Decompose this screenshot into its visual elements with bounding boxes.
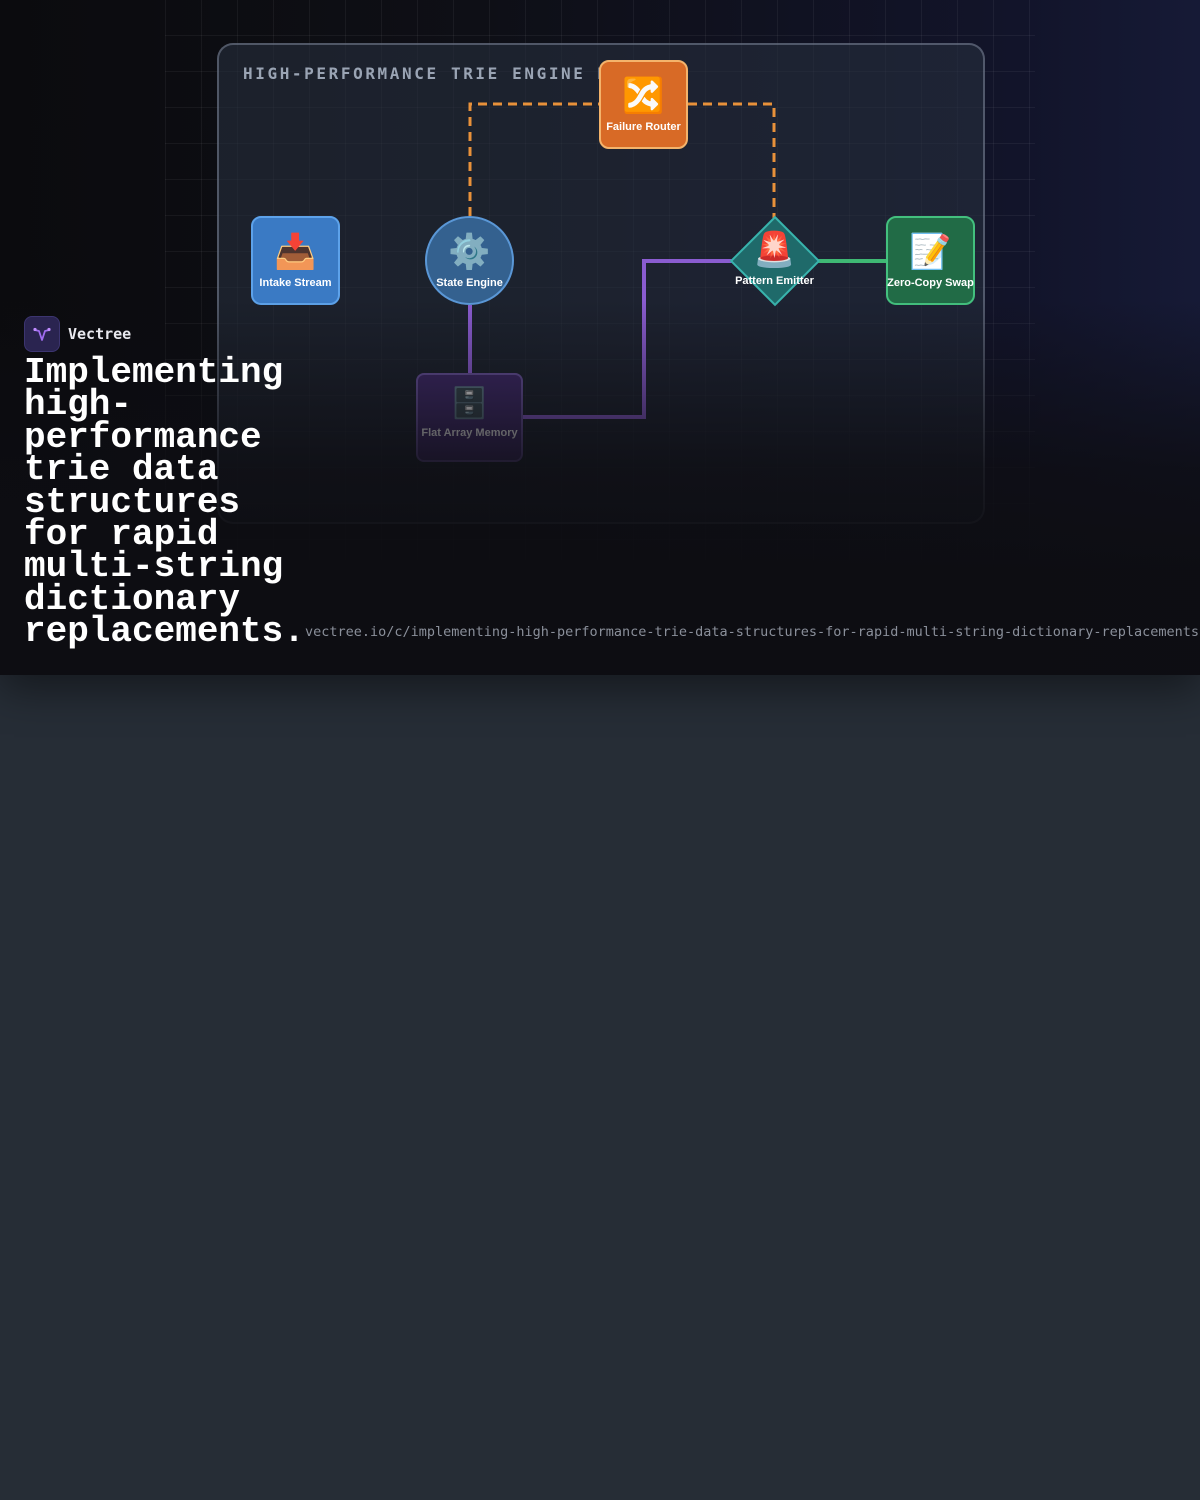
- node-label: Intake Stream: [259, 277, 332, 289]
- edge-state-to-failure: [468, 102, 600, 216]
- brand[interactable]: Vectree: [24, 316, 131, 352]
- edge-flat-to-pattern: [523, 259, 734, 419]
- hero-card: HIGH-PERFORMANCE TRIE ENGINE MK- 📥 Intak…: [0, 0, 1200, 675]
- vectree-logo-icon: [24, 316, 60, 352]
- node-flat-array-memory[interactable]: 🗄️ Flat Array Memory: [416, 373, 523, 462]
- node-label: Zero-Copy Swap: [887, 277, 974, 289]
- file-cabinet-icon: 🗄️: [450, 386, 489, 421]
- gear-icon: ⚙️: [448, 232, 491, 272]
- shuffle-icon: 🔀: [622, 76, 665, 116]
- node-state-engine[interactable]: ⚙️ State Engine: [425, 216, 514, 305]
- node-label: Flat Array Memory: [421, 427, 518, 439]
- node-failure-router[interactable]: 🔀 Failure Router: [599, 60, 688, 149]
- article-url[interactable]: vectree.io/c/implementing-high-performan…: [305, 624, 1200, 640]
- node-label: Failure Router: [606, 121, 681, 133]
- rotating-light-icon: 🚨: [753, 230, 796, 270]
- node-pattern-emitter[interactable]: 🚨 Pattern Emitter: [729, 215, 821, 307]
- node-zero-copy-swap[interactable]: 📝 Zero-Copy Swap: [886, 216, 975, 305]
- node-label: Pattern Emitter: [735, 275, 814, 287]
- brand-name: Vectree: [68, 325, 132, 343]
- headline: Implementing high-performance trie data …: [24, 352, 305, 653]
- edge-failure-to-pattern: [688, 102, 776, 218]
- node-label: State Engine: [436, 277, 503, 289]
- inbox-tray-icon: 📥: [274, 232, 317, 272]
- node-intake-stream[interactable]: 📥 Intake Stream: [251, 216, 340, 305]
- memo-icon: 📝: [909, 232, 952, 272]
